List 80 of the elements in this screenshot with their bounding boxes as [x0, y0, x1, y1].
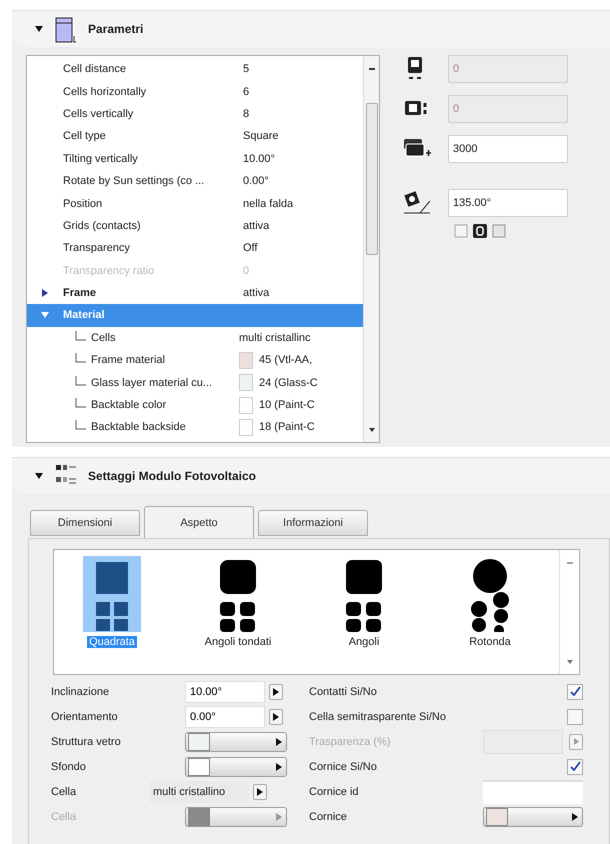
property-row[interactable]: Backtable backside 18 (Paint-C: [27, 416, 363, 439]
property-label: Transparency: [63, 242, 131, 254]
panel-header[interactable]: Parametri: [12, 11, 610, 47]
setting-label: Cornice id: [309, 786, 360, 798]
shape-label: Quadrata: [87, 636, 137, 648]
property-row[interactable]: Rotate by Sun settings (co ... 0.00°: [27, 170, 363, 192]
property-value: nella falda: [243, 198, 294, 210]
property-value: 10.00°: [243, 152, 275, 165]
shape-label: Angoli: [348, 636, 380, 648]
shape-option[interactable]: Rotonda: [458, 556, 522, 674]
property-label: Cell distance: [63, 63, 127, 76]
property-label: Glass layer material cu...: [91, 376, 214, 389]
setting-label: Orientamento: [51, 710, 119, 722]
shape-label: Angoli tondati: [204, 636, 272, 648]
property-value: 5: [243, 63, 250, 76]
property-value: Off: [243, 242, 258, 254]
property-row[interactable]: Cell distance 5: [27, 58, 363, 80]
setting-label: Trasparenza (%): [309, 736, 392, 748]
property-row[interactable]: Glass layer material cu... 24 (Glass-C: [27, 371, 363, 394]
property-row[interactable]: Transparency Off: [27, 237, 363, 260]
property-label: Backtable backside: [91, 421, 187, 434]
property-label: Backtable color: [91, 399, 168, 412]
property-row[interactable]: Cells horizontally 6: [27, 80, 363, 103]
setting-label: Cornice: [309, 810, 348, 822]
property-label: Material: [63, 309, 106, 322]
property-label: Frame: [63, 287, 98, 300]
property-value: 8: [243, 108, 250, 120]
property-value: 45 (Vtl-AA,: [259, 354, 312, 366]
property-label: Frame material: [91, 354, 166, 366]
property-label: Tilting vertically: [63, 152, 139, 165]
property-row[interactable]: Grids (contacts) attiva: [27, 214, 363, 238]
property-row[interactable]: Tilting vertically 10.00°: [27, 148, 363, 170]
property-label: Grids (contacts): [63, 220, 142, 232]
property-row[interactable]: Position nella falda: [27, 192, 363, 215]
property-row[interactable]: Cells vertically 8: [27, 102, 363, 126]
number-field[interactable]: 135.00°: [448, 189, 568, 217]
property-label: Position: [63, 198, 104, 210]
shape-option[interactable]: Angoli: [332, 556, 396, 674]
property-row[interactable]: Backtable color 10 (Paint-C: [27, 394, 363, 416]
property-label: Cells vertically: [63, 108, 134, 120]
property-value: 0.00°: [243, 175, 269, 188]
property-value: attiva: [243, 220, 270, 232]
setting-label: Contatti Si/No: [309, 686, 378, 698]
setting-label: Cella: [51, 810, 78, 822]
property-label: Rotate by Sun settings (co ...: [63, 175, 206, 188]
property-value: Square: [243, 130, 278, 142]
number-field[interactable]: 3000: [448, 135, 568, 163]
property-label: Cells horizontally: [63, 86, 148, 98]
property-value: 10 (Paint-C: [259, 399, 315, 412]
property-value: 0: [243, 264, 250, 277]
tab[interactable]: Dimensioni: [30, 510, 140, 536]
panel-header[interactable]: Settaggi Modulo Fotovoltaico: [12, 458, 610, 494]
property-value: multi cristallinc: [239, 332, 311, 344]
property-label: Transparency ratio: [63, 264, 156, 277]
panel-title: Parametri: [88, 22, 144, 36]
number-field[interactable]: 0.00°: [185, 706, 265, 728]
setting-label: Struttura vetro: [51, 736, 122, 748]
property-value: 18 (Paint-C: [259, 421, 315, 434]
number-field[interactable]: 10.00°: [185, 680, 265, 702]
shape-label: Rotonda: [468, 636, 512, 648]
tab[interactable]: Aspetto: [144, 506, 254, 538]
property-row[interactable]: Cell type Square: [27, 125, 363, 148]
setting-label: Sfondo: [51, 760, 87, 772]
property-row[interactable]: Frame attiva: [27, 282, 363, 304]
setting-label: Cornice Si/No: [309, 760, 378, 772]
property-label: Cell type: [63, 130, 107, 142]
setting-label: Cella: [51, 786, 78, 798]
panel-title: Settaggi Modulo Fotovoltaico: [88, 469, 256, 483]
property-value: 6: [243, 86, 250, 98]
property-label: Cells: [91, 332, 116, 344]
property-value: 24 (Glass-C: [259, 376, 318, 389]
property-row[interactable]: Cells multi cristallinc: [27, 326, 363, 350]
property-value: attiva: [243, 287, 270, 300]
setting-label: Cella semitrasparente Si/No: [309, 710, 447, 722]
property-row[interactable]: Frame material 45 (Vtl-AA,: [27, 349, 363, 372]
tab[interactable]: Informazioni: [258, 510, 368, 536]
shape-option[interactable]: Angoli tondati: [206, 556, 270, 674]
value-field: multi cristallino: [149, 780, 249, 802]
shape-option[interactable]: Quadrata: [80, 556, 144, 674]
setting-label: Inclinazione: [51, 686, 110, 698]
